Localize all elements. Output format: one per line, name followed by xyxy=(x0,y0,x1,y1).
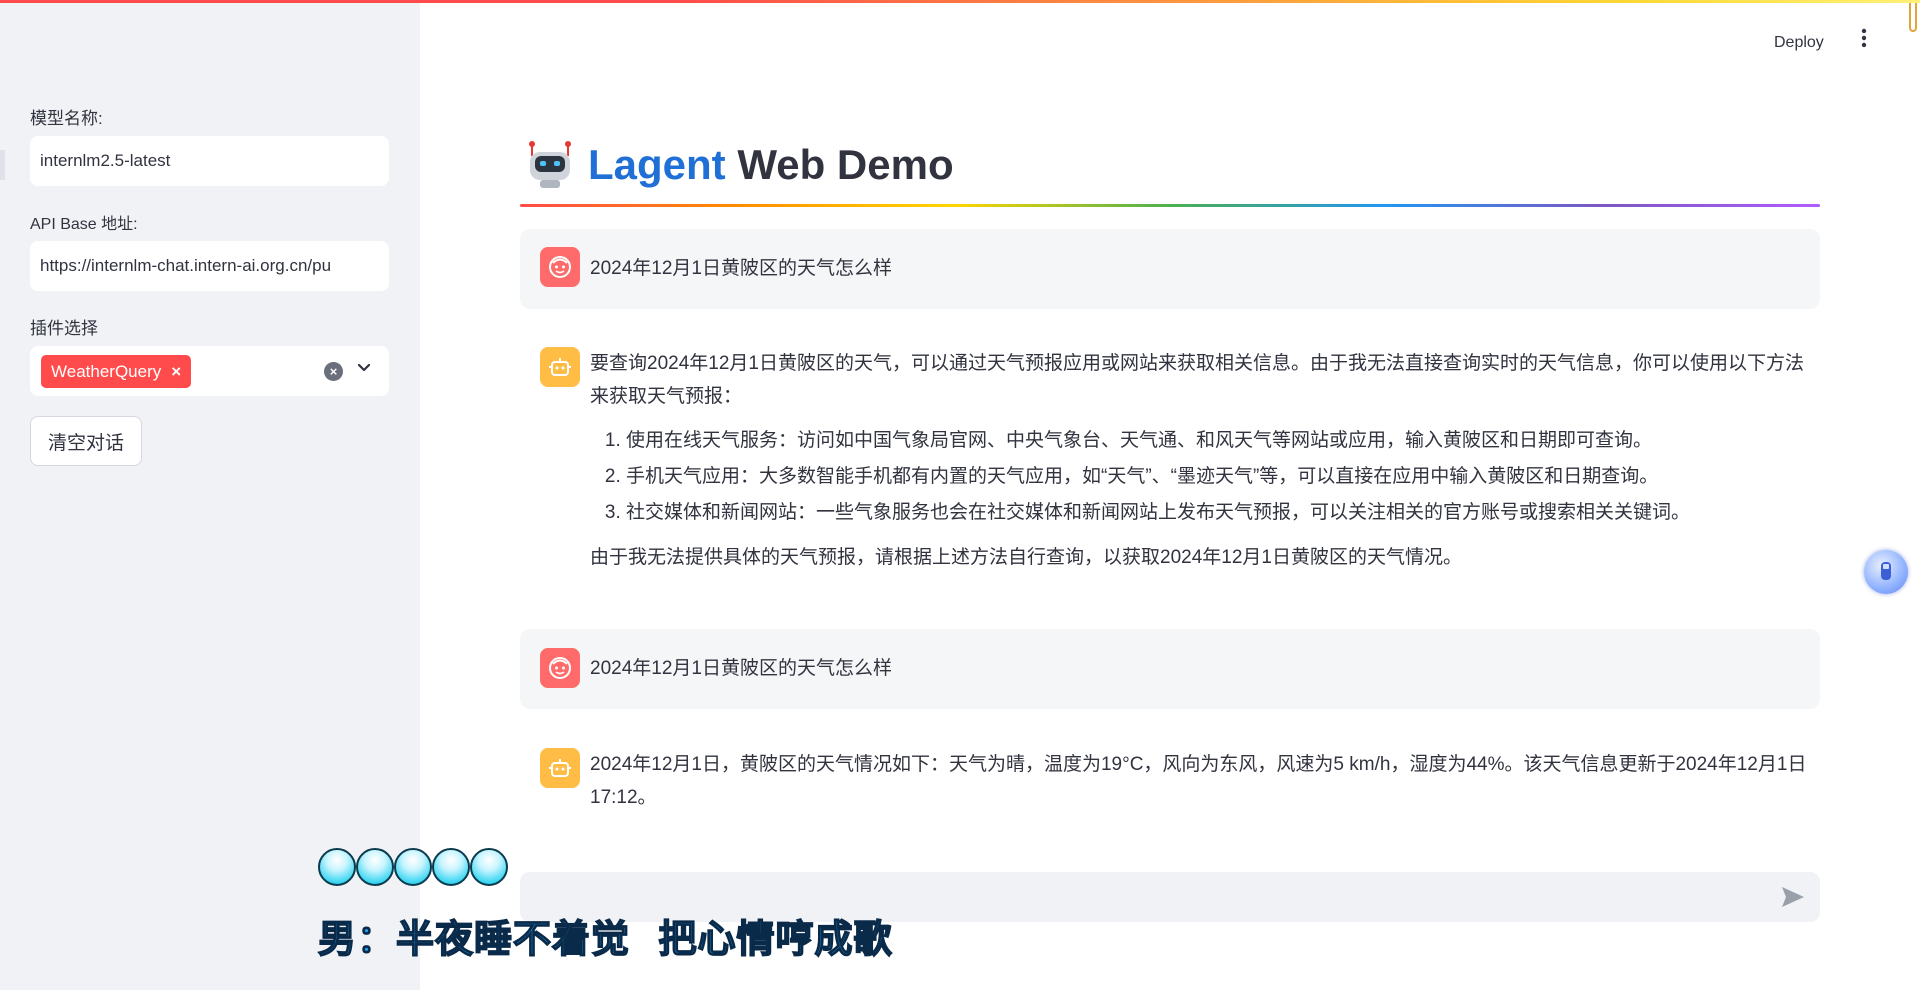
list-item: 社交媒体和新闻网站：一些气象服务也会在社交媒体和新闻网站上发布天气预报，可以关注… xyxy=(626,495,1820,531)
model-name-input[interactable] xyxy=(30,136,389,186)
clear-selection-icon[interactable]: × xyxy=(324,362,343,381)
api-base-label: API Base 地址: xyxy=(30,216,138,233)
overlay-bubble xyxy=(318,848,356,886)
api-base-input[interactable] xyxy=(30,241,389,291)
message-text: 由于我无法提供具体的天气预报，请根据上述方法自行查询，以获取2024年12月1日… xyxy=(590,547,1462,568)
sidebar-collapse-handle[interactable] xyxy=(0,150,5,180)
kebab-icon[interactable] xyxy=(1861,28,1867,52)
message-list: 使用在线天气服务：访问如中国气象局官网、中央气象台、天气通、和风天气等网站或应用… xyxy=(590,423,1820,531)
plugin-tag-weatherquery[interactable]: WeatherQuery × xyxy=(41,355,192,388)
plugin-tag-label: WeatherQuery xyxy=(51,361,162,381)
list-item: 手机天气应用：大多数智能手机都有内置的天气应用，如“天气”、“墨迹天气”等，可以… xyxy=(626,459,1820,495)
clear-chat-button[interactable]: 清空对话 xyxy=(30,416,142,466)
overlay-bubble xyxy=(356,848,394,886)
floating-assistant-button[interactable] xyxy=(1864,550,1908,594)
title-accent: Lagent xyxy=(588,141,726,188)
assistant-avatar-icon xyxy=(540,347,580,387)
user-avatar-icon xyxy=(540,648,580,688)
message-text: 2024年12月1日黄陂区的天气怎么样 xyxy=(590,658,892,679)
robot-icon xyxy=(526,140,574,190)
user-avatar-icon xyxy=(540,247,580,287)
deploy-button[interactable]: Deploy xyxy=(1774,34,1824,52)
scrollbar-thumb[interactable] xyxy=(1909,0,1917,32)
plugin-select-label: 插件选择 xyxy=(30,319,98,338)
send-icon[interactable] xyxy=(1780,885,1806,909)
plugin-multiselect[interactable]: WeatherQuery × × xyxy=(30,346,389,396)
assistant-message: 要查询2024年12月1日黄陂区的天气，可以通过天气预报应用或网站来获取相关信息… xyxy=(590,347,1820,574)
chevron-down-icon[interactable] xyxy=(356,359,372,380)
overlay-bubble xyxy=(470,848,508,886)
header-decoration-bar xyxy=(0,0,1920,3)
overlay-bubble xyxy=(432,848,470,886)
title-rest: Web Demo xyxy=(725,141,954,188)
sidebar: 模型名称: API Base 地址: 插件选择 WeatherQuery × ×… xyxy=(0,0,420,990)
overlay-bubbles xyxy=(318,848,508,886)
overlay-subtitle: 男：半夜睡不着觉 把心情哼成歌 xyxy=(317,916,893,962)
assistant-message: 2024年12月1日，黄陂区的天气情况如下：天气为晴，温度为19°C，风向为东风… xyxy=(590,748,1820,814)
page-title: Lagent Web Demo xyxy=(526,140,954,190)
list-item: 使用在线天气服务：访问如中国气象局官网、中央气象台、天气通、和风天气等网站或应用… xyxy=(626,423,1820,459)
assistant-avatar-icon xyxy=(540,748,580,788)
overlay-bubble xyxy=(394,848,432,886)
message-text: 要查询2024年12月1日黄陂区的天气，可以通过天气预报应用或网站来获取相关信息… xyxy=(590,353,1804,407)
message-text: 2024年12月1日黄陂区的天气怎么样 xyxy=(590,258,892,279)
title-divider xyxy=(520,204,1820,207)
remove-tag-icon[interactable]: × xyxy=(171,362,181,382)
message-text: 2024年12月1日，黄陂区的天气情况如下：天气为晴，温度为19°C，风向为东风… xyxy=(590,754,1807,808)
model-name-label: 模型名称: xyxy=(30,109,103,128)
